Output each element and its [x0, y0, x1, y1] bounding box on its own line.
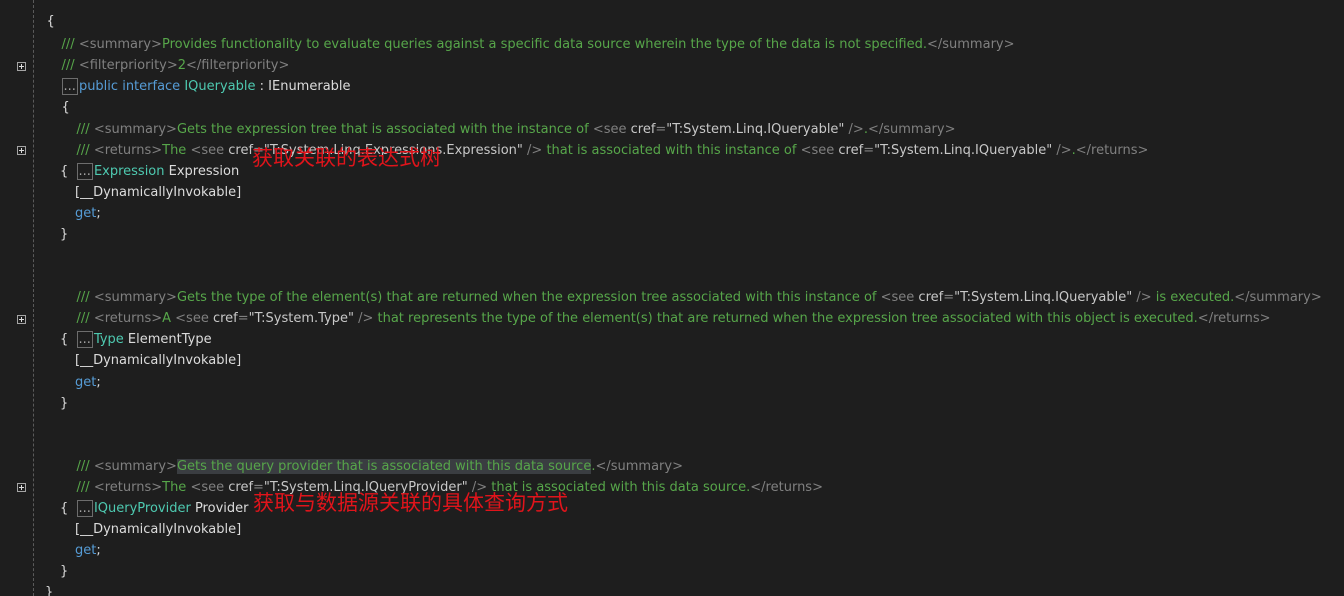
attribute: [__DynamicallyInvokable]	[75, 185, 242, 200]
collapsed-region[interactable]: ...	[76, 163, 93, 180]
doc-comment-filterpriority: /// <filterpriority>2</filterpriority>	[45, 34, 290, 73]
doc-comment-summary: /// <summary>Gets the query provider tha…	[60, 435, 683, 474]
expand-toggle-icon[interactable]	[17, 315, 26, 324]
close-brace: }	[60, 396, 69, 411]
attribute-line: [__DynamicallyInvokable]	[75, 182, 241, 203]
xml-value: "T:System.Linq.IQueryable"	[874, 143, 1053, 158]
xml-tag: <see	[800, 143, 839, 158]
xml-tag: </returns>	[1075, 143, 1149, 158]
semicolon: ;	[96, 375, 101, 390]
type-name: Expression	[93, 164, 165, 179]
code-editor[interactable]: { /// <summary>Provides functionality to…	[0, 0, 1344, 596]
xml-eq: =	[863, 143, 875, 158]
doc-comment-returns: /// <returns>The <see cref="T:System.Lin…	[60, 119, 1149, 158]
indent-guide	[33, 0, 34, 596]
code-line: }	[60, 561, 68, 582]
xml-tag: />	[522, 143, 543, 158]
xml-tag: </summary>	[926, 37, 1015, 52]
property-name: Provider	[190, 501, 249, 516]
getter-line: get;	[75, 203, 101, 224]
semicolon: ;	[96, 206, 101, 221]
xml-tag: />	[1052, 143, 1072, 158]
comment-text: that is associated with this instance of	[542, 143, 801, 158]
collapsed-region[interactable]: ...	[76, 331, 93, 348]
keyword: public	[78, 79, 119, 94]
code-line: }	[45, 582, 53, 596]
attribute-line: [__DynamicallyInvokable]	[75, 350, 241, 371]
comment-text: that represents the type of the element(…	[373, 311, 1198, 326]
property-expression: ... Expression Expression	[60, 140, 239, 180]
interface-name: IQueryable	[184, 79, 256, 94]
code-line: {	[60, 329, 68, 350]
getter-line: get;	[75, 372, 101, 393]
attribute: [__DynamicallyInvokable]	[75, 353, 242, 368]
code-line: {	[45, 76, 70, 115]
keyword: get	[75, 206, 97, 221]
close-brace: }	[45, 585, 54, 596]
annotation-expression: 获取关联的表达式树	[252, 146, 441, 170]
property-name: Expression	[164, 164, 240, 179]
property-elementtype: ... Type ElementType	[60, 308, 212, 348]
expand-toggle-icon[interactable]	[17, 62, 26, 71]
code-line: }	[60, 224, 68, 245]
keyword: interface	[122, 79, 181, 94]
type-name: IQueryProvider	[93, 501, 191, 516]
semicolon: ;	[96, 543, 101, 558]
type-name: Type	[93, 332, 124, 347]
doc-comment-returns: /// <returns>A <see cref="T:System.Type"…	[60, 287, 1271, 326]
getter-line: get;	[75, 540, 101, 561]
doc-comment-summary: /// <summary>Provides functionality to e…	[45, 13, 1015, 52]
code-line: {	[30, 0, 55, 29]
xml-value: "T:System.Type"	[248, 311, 354, 326]
code-line: {	[60, 498, 68, 519]
close-brace: }	[60, 227, 69, 242]
close-brace: }	[60, 564, 69, 579]
base-type: IEnumerable	[268, 79, 351, 94]
attribute-line: [__DynamicallyInvokable]	[75, 519, 241, 540]
property-provider: ... IQueryProvider Provider	[60, 477, 248, 517]
xml-attr: cref	[838, 143, 864, 158]
xml-tag: />	[353, 311, 374, 326]
xml-tag: </returns>	[1197, 311, 1271, 326]
open-brace: {	[60, 501, 69, 516]
open-brace: {	[60, 332, 69, 347]
doc-comment-summary: /// <summary>Gets the type of the elemen…	[60, 266, 1322, 305]
xml-tag: </returns>	[750, 480, 823, 495]
xml-eq: =	[237, 311, 249, 326]
expand-toggle-icon[interactable]	[17, 146, 26, 155]
expand-toggle-icon[interactable]	[17, 483, 26, 492]
colon: :	[255, 79, 269, 94]
annotation-provider: 获取与数据源关联的具体查询方式	[253, 491, 568, 515]
keyword: get	[75, 375, 97, 390]
attribute: [__DynamicallyInvokable]	[75, 522, 242, 537]
property-name: ElementType	[123, 332, 212, 347]
collapsed-region[interactable]: ...	[76, 500, 93, 517]
doc-comment-summary: /// <summary>Gets the expression tree th…	[60, 98, 956, 137]
code-line: }	[60, 393, 68, 414]
xml-attr: cref	[212, 311, 238, 326]
keyword: get	[75, 543, 97, 558]
interface-declaration: ... public interface IQueryable : IEnumer…	[45, 55, 351, 95]
code-line: {	[60, 161, 68, 182]
doc-comment-returns: /// <returns>The <see cref="T:System.Lin…	[60, 456, 823, 495]
open-brace: {	[60, 164, 69, 179]
